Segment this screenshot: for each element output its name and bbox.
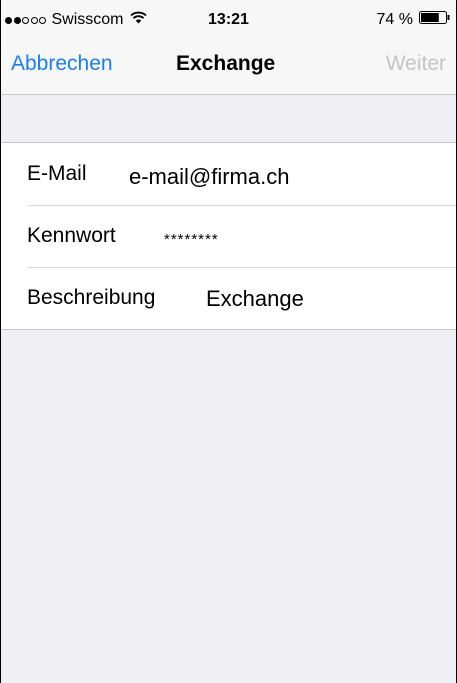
email-field[interactable]: e-mail@firma.ch — [129, 164, 379, 190]
description-label: Beschreibung — [27, 286, 156, 309]
password-label: Kennwort — [27, 224, 116, 247]
description-field[interactable]: Exchange — [206, 286, 456, 312]
battery-percentage: 74 % — [376, 11, 413, 28]
status-bar: Swisscom 13:21 74 % — [1, 0, 456, 40]
password-row[interactable]: Kennwort ******** — [1, 205, 456, 267]
status-right: 74 % — [377, 9, 450, 31]
cancel-button[interactable]: Abbrechen — [11, 52, 113, 76]
password-field[interactable]: ******** — [164, 231, 414, 248]
description-row[interactable]: Beschreibung Exchange — [1, 267, 456, 329]
screen: Swisscom 13:21 74 % Abbrechen Exchange W… — [1, 0, 456, 683]
email-label: E-Mail — [27, 162, 87, 185]
account-form: E-Mail e-mail@firma.ch Kennwort ********… — [1, 142, 456, 330]
email-row[interactable]: E-Mail e-mail@firma.ch — [1, 143, 456, 205]
page-title: Exchange — [176, 52, 276, 75]
navigation-bar: Abbrechen Exchange Weiter — [1, 40, 456, 95]
battery-icon — [419, 11, 450, 29]
next-button[interactable]: Weiter — [386, 52, 446, 76]
